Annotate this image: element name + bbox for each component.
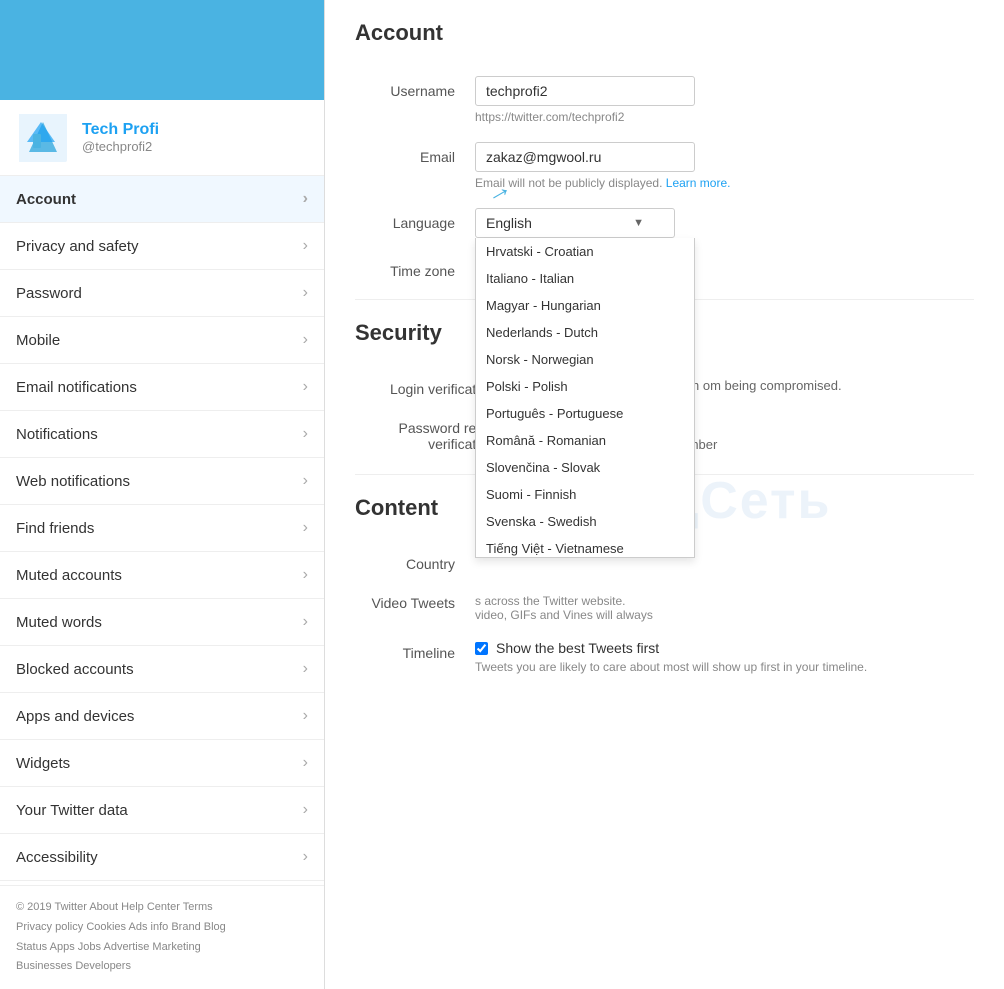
username-label: Username bbox=[355, 76, 475, 99]
timeline-label: Timeline bbox=[355, 640, 475, 661]
nav-item-accessibility[interactable]: Accessibility › bbox=[0, 834, 324, 881]
lang-option-polish[interactable]: Polski - Polish bbox=[476, 373, 694, 400]
nav-item-find-friends[interactable]: Find friends › bbox=[0, 505, 324, 552]
country-label: Country bbox=[355, 551, 475, 572]
nav-item-widgets[interactable]: Widgets › bbox=[0, 740, 324, 787]
lang-option-croatian[interactable]: Hrvatski - Croatian bbox=[476, 238, 694, 265]
sidebar-footer: © 2019 Twitter About Help Center Terms P… bbox=[0, 885, 324, 989]
username-field: https://twitter.com/techprofi2 bbox=[475, 76, 974, 124]
timeline-row: Timeline Show the best Tweets first Twee… bbox=[355, 640, 974, 674]
nav-item-email-notif[interactable]: Email notifications › bbox=[0, 364, 324, 411]
profile-text: Tech Profi @techprofi2 bbox=[82, 121, 159, 154]
email-field-wrapper: Email will not be publicly displayed. Le… bbox=[475, 142, 974, 190]
lang-option-romanian[interactable]: Română - Romanian bbox=[476, 427, 694, 454]
chevron-icon: › bbox=[303, 519, 308, 537]
chevron-icon: › bbox=[303, 190, 308, 208]
language-field: English ▼ Hrvatski - Croatian Italiano -… bbox=[475, 208, 974, 238]
nav-item-apps-devices[interactable]: Apps and devices › bbox=[0, 693, 324, 740]
lang-option-portuguese[interactable]: Português - Portuguese bbox=[476, 400, 694, 427]
chevron-icon: › bbox=[303, 284, 308, 302]
chevron-icon: › bbox=[303, 378, 308, 396]
nav-item-mobile[interactable]: Mobile › bbox=[0, 317, 324, 364]
email-input[interactable] bbox=[475, 142, 695, 172]
profile-name: Tech Profi bbox=[82, 121, 159, 139]
language-current-value: English bbox=[486, 215, 532, 231]
dropdown-arrow-icon: ▼ bbox=[633, 217, 644, 229]
lang-option-slovak[interactable]: Slovenčina - Slovak bbox=[476, 454, 694, 481]
lang-option-swedish[interactable]: Svenska - Swedish bbox=[476, 508, 694, 535]
lang-option-vietnamese[interactable]: Tiếng Việt - Vietnamese bbox=[476, 535, 694, 558]
profile-header bbox=[0, 0, 324, 100]
language-row: Language English ▼ Hrvatski - Croatian I… bbox=[355, 208, 974, 238]
lang-option-norwegian[interactable]: Norsk - Norwegian bbox=[476, 346, 694, 373]
chevron-icon: › bbox=[303, 660, 308, 678]
main-content: СоцСеть → → Account Username https://twi… bbox=[325, 0, 1004, 989]
chevron-icon: › bbox=[303, 754, 308, 772]
nav-item-notifications[interactable]: Notifications › bbox=[0, 411, 324, 458]
chevron-icon: › bbox=[303, 566, 308, 584]
timeline-hint: Tweets you are likely to care about most… bbox=[475, 660, 974, 674]
lang-option-dutch[interactable]: Nederlands - Dutch bbox=[476, 319, 694, 346]
email-label: Email bbox=[355, 142, 475, 165]
sidebar-nav: Account › Privacy and safety › Password … bbox=[0, 176, 324, 881]
sidebar: Tech Profi @techprofi2 Account › Privacy… bbox=[0, 0, 325, 989]
video-tweets-field: s across the Twitter website. video, GIF… bbox=[475, 590, 974, 622]
chevron-icon: › bbox=[303, 472, 308, 490]
profile-handle: @techprofi2 bbox=[82, 139, 159, 154]
username-input[interactable] bbox=[475, 76, 695, 106]
video-tweets-desc: s across the Twitter website. video, GIF… bbox=[475, 594, 974, 622]
timezone-label: Time zone bbox=[355, 256, 475, 279]
timeline-field: Show the best Tweets first Tweets you ar… bbox=[475, 640, 974, 674]
chevron-icon: › bbox=[303, 237, 308, 255]
timeline-checkbox-label: Show the best Tweets first bbox=[496, 640, 659, 656]
nav-item-muted-accounts[interactable]: Muted accounts › bbox=[0, 552, 324, 599]
nav-item-blocked-accounts[interactable]: Blocked accounts › bbox=[0, 646, 324, 693]
language-dropdown: Hrvatski - Croatian Italiano - Italian M… bbox=[475, 238, 695, 558]
chevron-icon: › bbox=[303, 613, 308, 631]
nav-item-web-notif[interactable]: Web notifications › bbox=[0, 458, 324, 505]
lang-option-finnish[interactable]: Suomi - Finnish bbox=[476, 481, 694, 508]
video-tweets-row: Video Tweets s across the Twitter websit… bbox=[355, 590, 974, 622]
nav-item-muted-words[interactable]: Muted words › bbox=[0, 599, 324, 646]
username-url: https://twitter.com/techprofi2 bbox=[475, 110, 974, 124]
language-select-display[interactable]: English ▼ bbox=[475, 208, 675, 238]
chevron-icon: › bbox=[303, 707, 308, 725]
chevron-icon: › bbox=[303, 801, 308, 819]
avatar bbox=[15, 110, 70, 165]
username-row: Username https://twitter.com/techprofi2 bbox=[355, 76, 974, 124]
email-hint: Email will not be publicly displayed. Le… bbox=[475, 176, 974, 190]
lang-option-italian[interactable]: Italiano - Italian bbox=[476, 265, 694, 292]
timeline-checkbox-row: Show the best Tweets first bbox=[475, 640, 974, 656]
nav-item-account[interactable]: Account › bbox=[0, 176, 324, 223]
language-label: Language bbox=[355, 208, 475, 231]
chevron-icon: › bbox=[303, 331, 308, 349]
chevron-icon: › bbox=[303, 848, 308, 866]
chevron-icon: › bbox=[303, 425, 308, 443]
language-select-wrapper: English ▼ Hrvatski - Croatian Italiano -… bbox=[475, 208, 675, 238]
timeline-checkbox[interactable] bbox=[475, 642, 488, 655]
account-section-title: Account bbox=[355, 20, 974, 56]
email-row: Email Email will not be publicly display… bbox=[355, 142, 974, 190]
email-hint-link[interactable]: Learn more. bbox=[666, 176, 731, 190]
profile-info: Tech Profi @techprofi2 bbox=[0, 100, 324, 176]
nav-item-password[interactable]: Password › bbox=[0, 270, 324, 317]
nav-item-twitter-data[interactable]: Your Twitter data › bbox=[0, 787, 324, 834]
nav-item-privacy[interactable]: Privacy and safety › bbox=[0, 223, 324, 270]
video-tweets-label: Video Tweets bbox=[355, 590, 475, 611]
lang-option-hungarian[interactable]: Magyar - Hungarian bbox=[476, 292, 694, 319]
